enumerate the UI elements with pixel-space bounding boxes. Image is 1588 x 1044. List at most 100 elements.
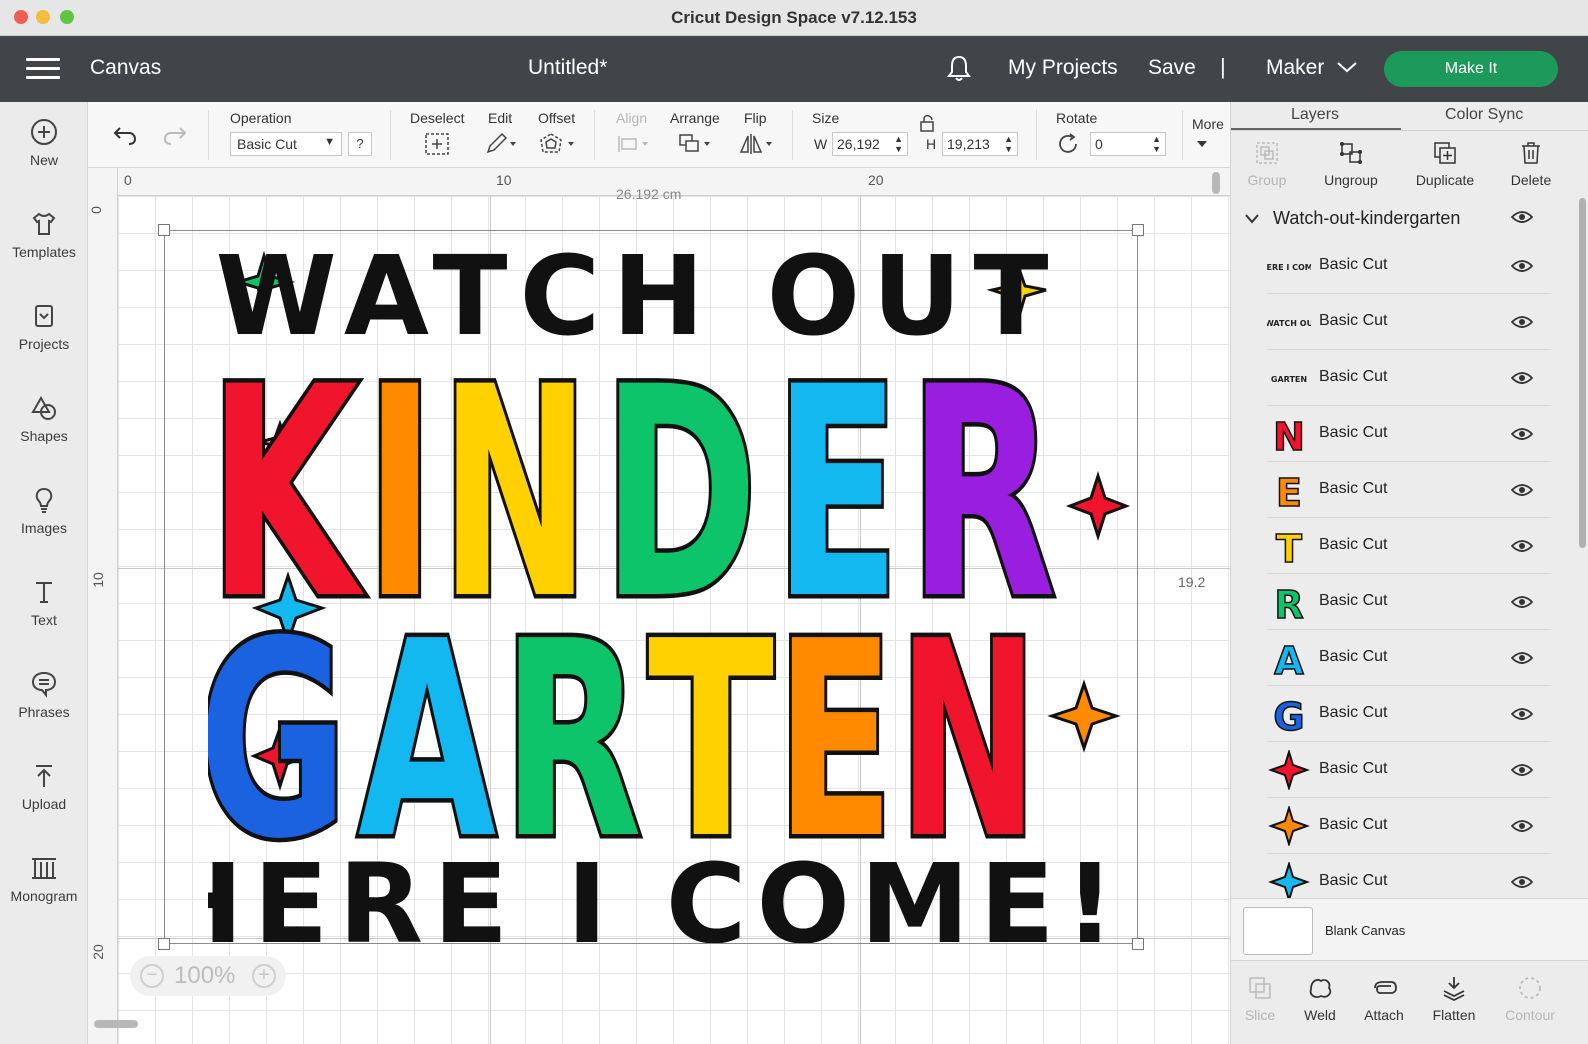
- rotate-input[interactable]: 0 ▲ ▼: [1090, 132, 1166, 156]
- resize-handle-top-left[interactable]: [158, 224, 170, 236]
- horizontal-scrollbar[interactable]: [94, 1020, 138, 1028]
- lock-icon[interactable]: [918, 114, 938, 132]
- layer-name: Basic Cut: [1319, 704, 1388, 721]
- stepper-icon[interactable]: ▲ ▼: [1152, 134, 1161, 154]
- my-projects-link[interactable]: My Projects: [1008, 56, 1118, 80]
- sidebar-item-text[interactable]: Text: [0, 578, 88, 628]
- layers-scrollbar[interactable]: [1579, 198, 1586, 548]
- active-tab-indicator: [1231, 128, 1401, 130]
- layer-row[interactable]: GARTEN Basic Cut: [1267, 350, 1551, 406]
- resize-handle-bottom-right[interactable]: [1132, 938, 1144, 950]
- app-header: Canvas Untitled* My Projects Save | Make…: [0, 36, 1588, 102]
- sidebar-item-label: Text: [31, 612, 57, 628]
- sidebar-item-upload[interactable]: Upload: [0, 762, 88, 812]
- sidebar-item-projects[interactable]: Projects: [0, 302, 88, 352]
- zoom-out-button[interactable]: −: [140, 964, 164, 988]
- resize-handle-top-right[interactable]: [1132, 224, 1144, 236]
- document-title[interactable]: Untitled*: [528, 56, 607, 80]
- eye-icon[interactable]: [1511, 707, 1533, 721]
- zoom-in-button[interactable]: +: [252, 964, 276, 988]
- sidebar-item-templates[interactable]: Templates: [0, 210, 88, 260]
- layer-row[interactable]: N Basic Cut: [1267, 406, 1551, 462]
- height-input[interactable]: 19,213 ▲ ▼: [942, 132, 1018, 156]
- eye-icon[interactable]: [1511, 875, 1533, 889]
- eye-icon[interactable]: [1511, 651, 1533, 665]
- layer-row[interactable]: G Basic Cut: [1267, 686, 1551, 742]
- chevron-down-icon[interactable]: [1196, 140, 1208, 148]
- sidebar-item-new[interactable]: New: [0, 118, 88, 168]
- layer-name: Basic Cut: [1319, 536, 1388, 553]
- eye-icon[interactable]: [1511, 210, 1533, 224]
- vertical-scrollbar[interactable]: [1212, 172, 1220, 194]
- stepper-icon[interactable]: ▲ ▼: [1004, 134, 1013, 154]
- chevron-down-icon[interactable]: [1336, 60, 1358, 74]
- operation-select[interactable]: Basic Cut ▼: [230, 132, 342, 156]
- thumbnail-text: GARTEN: [1271, 375, 1307, 384]
- deselect-icon[interactable]: [424, 132, 450, 156]
- eye-icon[interactable]: [1511, 259, 1533, 273]
- operation-help-button[interactable]: ?: [348, 132, 372, 156]
- eye-icon[interactable]: [1511, 819, 1533, 833]
- ungroup-label: Ungroup: [1324, 172, 1378, 188]
- more-button[interactable]: More: [1192, 116, 1224, 132]
- offset-icon[interactable]: [538, 132, 578, 156]
- arrange-icon[interactable]: [676, 132, 716, 156]
- layer-row[interactable]: Basic Cut: [1267, 798, 1551, 854]
- save-button[interactable]: Save: [1148, 56, 1196, 80]
- tab-layers[interactable]: Layers: [1291, 106, 1339, 124]
- layer-row[interactable]: A Basic Cut: [1267, 630, 1551, 686]
- layer-thumbnail: R: [1274, 582, 1305, 622]
- contour-button[interactable]: Contour: [1495, 975, 1565, 1023]
- layer-name: Basic Cut: [1319, 368, 1388, 385]
- menu-icon[interactable]: [26, 58, 60, 80]
- attach-button[interactable]: Attach: [1349, 975, 1419, 1023]
- sidebar-item-phrases[interactable]: Phrases: [0, 670, 88, 720]
- make-it-button[interactable]: Make It: [1384, 51, 1558, 87]
- sidebar-item-monogram[interactable]: Monogram: [0, 854, 88, 904]
- tab-color-sync[interactable]: Color Sync: [1445, 106, 1523, 124]
- chevron-down-icon[interactable]: [1245, 214, 1259, 224]
- selection-box[interactable]: [158, 224, 1144, 950]
- design-canvas[interactable]: 0 10 20 0 10 20 26.192 cm 19.2 WATCH OUT…: [88, 168, 1230, 1044]
- text-icon: [36, 582, 52, 603]
- blank-canvas-row[interactable]: Blank Canvas: [1231, 898, 1588, 960]
- undo-icon[interactable]: [112, 124, 138, 146]
- layer-row[interactable]: T Basic Cut: [1267, 518, 1551, 574]
- ruler-tick-label: 20: [89, 944, 106, 960]
- eye-icon[interactable]: [1511, 539, 1533, 553]
- layer-row[interactable]: R Basic Cut: [1267, 574, 1551, 630]
- sidebar-item-shapes[interactable]: Shapes: [0, 394, 88, 444]
- layer-row[interactable]: Basic Cut: [1267, 742, 1551, 798]
- eye-icon[interactable]: [1511, 371, 1533, 385]
- group-button[interactable]: Group: [1227, 140, 1307, 188]
- thumbnail-letter: A: [1274, 639, 1304, 678]
- layer-row[interactable]: E Basic Cut: [1267, 462, 1551, 518]
- eye-icon[interactable]: [1511, 315, 1533, 329]
- weld-button[interactable]: Weld: [1285, 975, 1355, 1023]
- eye-icon[interactable]: [1511, 595, 1533, 609]
- flatten-button[interactable]: Flatten: [1419, 975, 1489, 1023]
- redo-icon[interactable]: [162, 124, 188, 146]
- toolbar-divider: [594, 110, 595, 160]
- ungroup-button[interactable]: Ungroup: [1311, 140, 1391, 188]
- resize-handle-bottom-left[interactable]: [158, 938, 170, 950]
- layer-group-row[interactable]: Watch-out-kindergarten: [1231, 200, 1571, 238]
- machine-selector[interactable]: Maker: [1266, 56, 1324, 80]
- ruler-tick-label: 0: [124, 172, 132, 188]
- sidebar-item-images[interactable]: Images: [0, 486, 88, 536]
- layer-row[interactable]: WATCH OU Basic Cut: [1267, 294, 1551, 350]
- layer-row[interactable]: HERE I COME Basic Cut: [1267, 238, 1551, 294]
- duplicate-button[interactable]: Duplicate: [1405, 140, 1485, 188]
- flip-icon[interactable]: [738, 132, 778, 156]
- title-bar: Cricut Design Space v7.12.153: [0, 0, 1588, 36]
- delete-button[interactable]: Delete: [1491, 140, 1571, 188]
- stepper-icon[interactable]: ▲ ▼: [894, 134, 903, 154]
- align-icon[interactable]: [616, 134, 652, 154]
- bell-icon[interactable]: [944, 53, 974, 83]
- eye-icon[interactable]: [1511, 763, 1533, 777]
- eye-icon[interactable]: [1511, 427, 1533, 441]
- width-input[interactable]: 26,192 ▲ ▼: [832, 132, 908, 156]
- sidebar-item-label: New: [29, 152, 58, 168]
- pencil-icon[interactable]: [484, 132, 520, 156]
- eye-icon[interactable]: [1511, 483, 1533, 497]
